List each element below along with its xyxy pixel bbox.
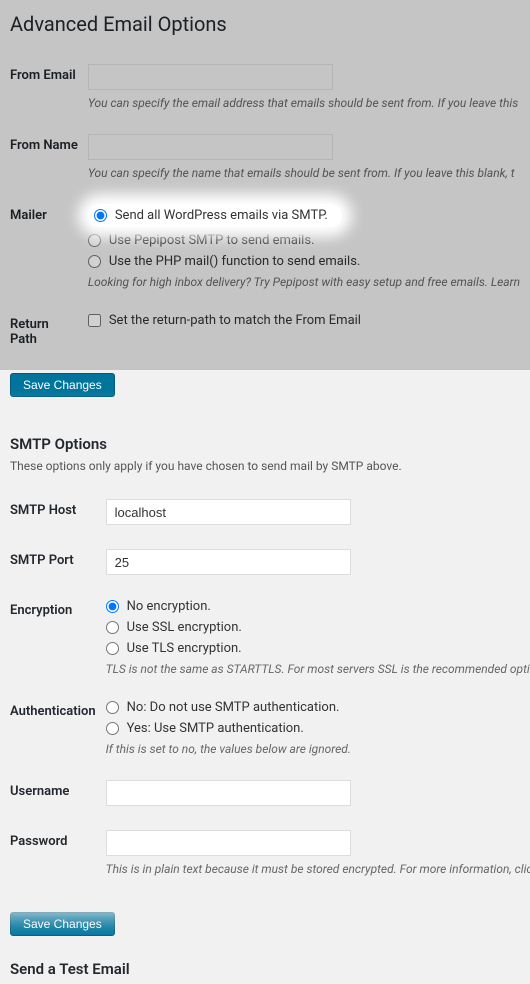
from-name-desc: You can specify the name that emails sho… [88, 166, 520, 180]
from-email-input[interactable] [88, 64, 333, 90]
auth-no-label: No: Do not use SMTP authentication. [127, 700, 340, 715]
smtp-host-input[interactable] [106, 499, 351, 525]
username-input[interactable] [106, 780, 351, 806]
password-label: Password [10, 820, 106, 890]
mailer-php-label: Use the PHP mail() function to send emai… [109, 254, 361, 269]
encryption-tls-radio[interactable] [106, 642, 119, 655]
encryption-ssl-label: Use SSL encryption. [127, 620, 242, 635]
encryption-none-radio[interactable] [106, 600, 119, 613]
auth-yes-radio[interactable] [106, 722, 119, 735]
from-email-label: From Email [10, 54, 88, 124]
mailer-pepipost-label: Use Pepipost SMTP to send emails. [109, 233, 315, 248]
encryption-ssl-radio[interactable] [106, 621, 119, 634]
encryption-label: Encryption [10, 589, 106, 690]
test-email-heading: Send a Test Email [10, 960, 520, 978]
return-path-text: Set the return-path to match the From Em… [109, 313, 361, 328]
mailer-label: Mailer [10, 194, 88, 303]
smtp-options-heading: SMTP Options [10, 435, 520, 453]
auth-label: Authentication [10, 690, 106, 770]
save-button-top[interactable]: Save Changes [10, 373, 115, 397]
username-label: Username [10, 770, 106, 820]
auth-desc: If this is set to no, the values below a… [106, 742, 530, 756]
mailer-pepipost-radio[interactable] [88, 234, 101, 247]
mailer-smtp-radio[interactable] [94, 209, 107, 222]
mailer-php-radio[interactable] [88, 255, 101, 268]
auth-yes-label: Yes: Use SMTP authentication. [127, 721, 304, 736]
mailer-desc: Looking for high inbox delivery? Try Pep… [88, 275, 520, 289]
password-desc: This is in plain text because it must be… [106, 862, 530, 876]
smtp-port-label: SMTP Port [10, 539, 106, 589]
mailer-smtp-label: Send all WordPress emails via SMTP. [115, 208, 328, 223]
encryption-none-label: No encryption. [127, 599, 211, 614]
smtp-options-sub: These options only apply if you have cho… [10, 459, 520, 473]
smtp-host-label: SMTP Host [10, 489, 106, 539]
smtp-port-input[interactable] [106, 549, 351, 575]
return-path-label: Return Path [10, 303, 88, 361]
encryption-desc: TLS is not the same as STARTTLS. For mos… [106, 662, 530, 676]
from-email-desc: You can specify the email address that e… [88, 96, 520, 110]
password-input[interactable] [106, 830, 351, 856]
return-path-checkbox[interactable] [88, 314, 101, 327]
encryption-tls-label: Use TLS encryption. [127, 641, 242, 656]
page-title: Advanced Email Options [10, 0, 520, 36]
from-name-input[interactable] [88, 134, 333, 160]
save-button-bottom[interactable]: Save Changes [10, 912, 115, 936]
from-name-label: From Name [10, 124, 88, 194]
auth-no-radio[interactable] [106, 701, 119, 714]
